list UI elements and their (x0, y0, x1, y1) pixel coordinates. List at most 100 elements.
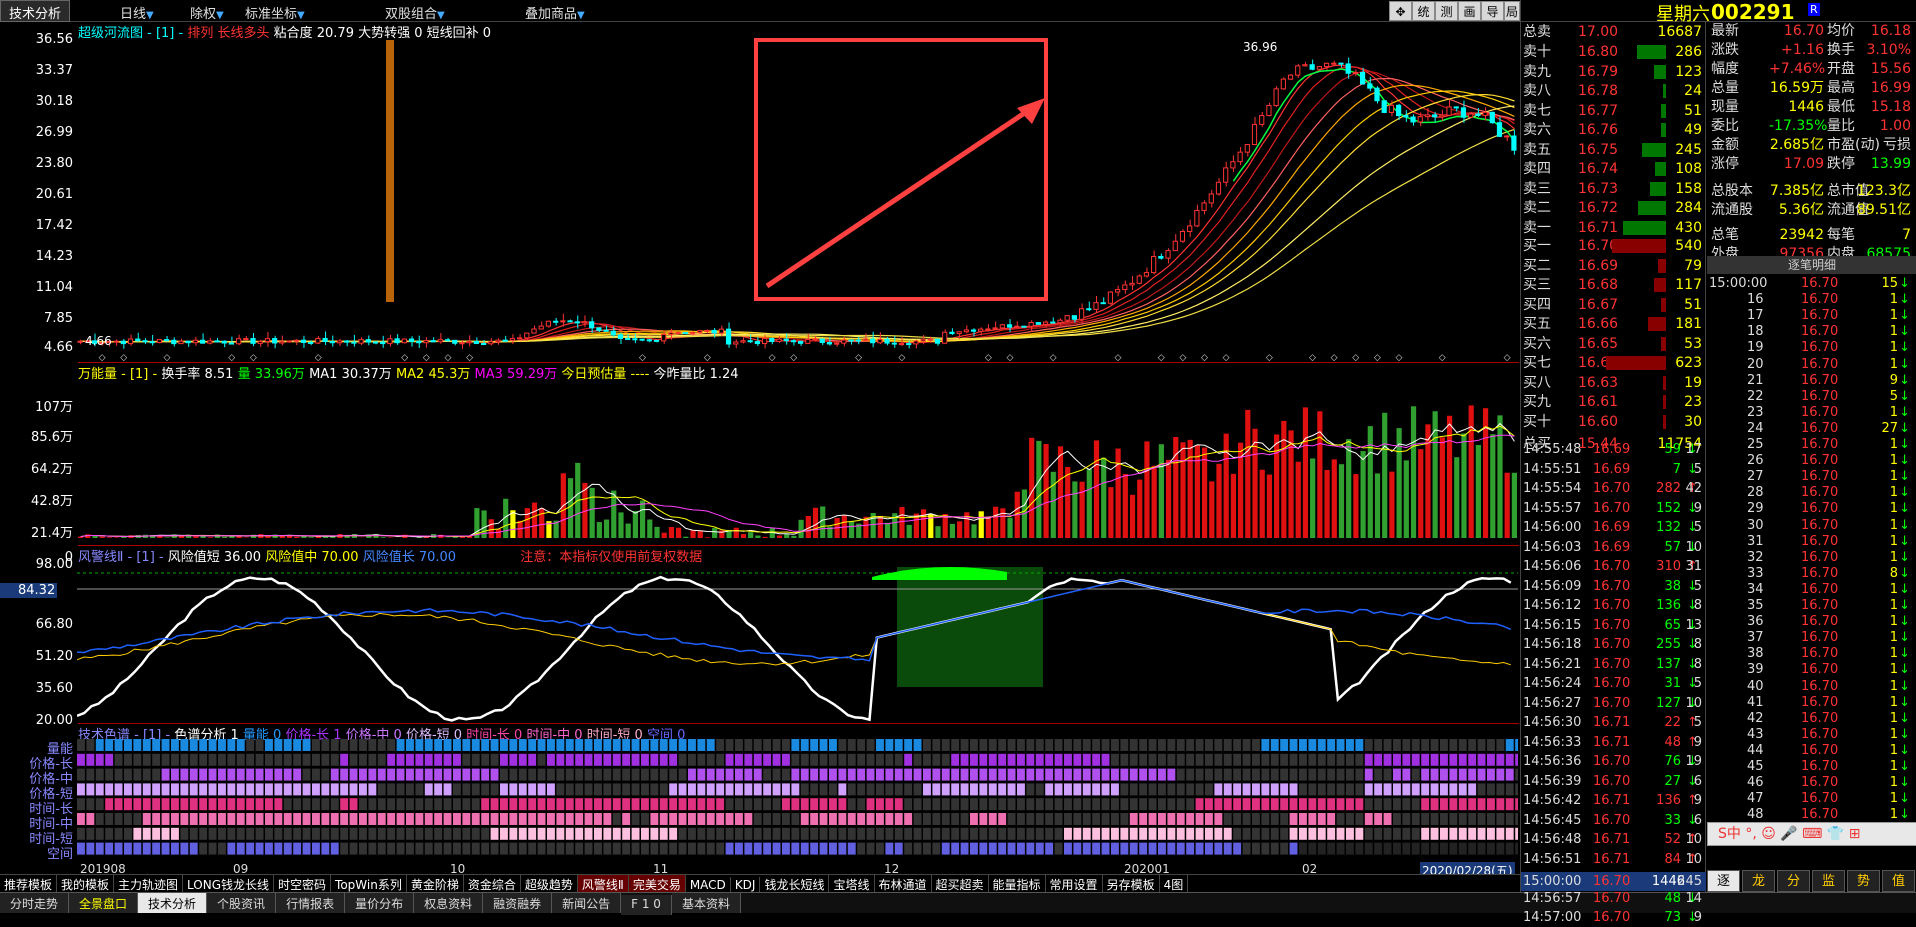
trade-list[interactable]: 14:55:4816.6959↓1714:55:5116.697↓514:55:… (1521, 440, 1706, 892)
spectrum-cell (857, 769, 865, 781)
indicator-tab[interactable]: 能量指标 (989, 875, 1046, 892)
view-tab[interactable]: 权息资料 (414, 893, 483, 913)
dual-stock-dropdown[interactable]: 双股组合▼ (385, 3, 445, 22)
indicator-tab[interactable]: 另存模板 (1103, 875, 1160, 892)
measure-button[interactable]: 测 (1435, 1, 1458, 21)
view-tab[interactable]: 全景盘口 (69, 893, 138, 913)
view-tab[interactable]: 基本资料 (672, 893, 741, 913)
indicator-tab[interactable]: 我的模板 (57, 875, 114, 892)
side-tab[interactable]: 监 (1812, 870, 1845, 892)
spectrum-cell (1271, 739, 1279, 751)
spectrum-cell (218, 739, 226, 751)
indicator-tab[interactable]: 4图 (1160, 875, 1189, 892)
side-tab[interactable]: 势 (1847, 870, 1880, 892)
orderbook-row[interactable]: 买七16.64623 (1521, 353, 1706, 373)
exright-dropdown[interactable]: 除权▼ (190, 3, 224, 22)
spectrum-cell (1055, 739, 1063, 751)
trade-row: 14:56:3616.7076↓19 (1521, 752, 1706, 771)
orderbook-row[interactable]: 总卖17.0016687 (1521, 22, 1706, 42)
view-tab[interactable]: F 1 0 (621, 895, 672, 915)
indicator-tab[interactable]: 常用设置 (1046, 875, 1103, 892)
view-tab[interactable]: 新闻公告 (552, 893, 621, 913)
period-dropdown[interactable]: 日线▼ (120, 3, 154, 22)
orderbook-row[interactable]: 卖十16.80286 (1521, 42, 1706, 62)
view-tab[interactable]: 行情报表 (276, 893, 345, 913)
candlestick-chart[interactable]: ◇◇◇◇◇◇◇◇◇◇◇◇◇◇◇◇◇◇◇◇◇◇◇◇◇◇◇◇◇◇◇◇ (77, 38, 1518, 362)
indicator-tab[interactable]: 超级趋势 (521, 875, 578, 892)
spectrum-cell (434, 769, 442, 781)
export-button[interactable]: 导 (1481, 1, 1504, 21)
crosshair-icon[interactable]: ✥ (1389, 1, 1412, 21)
spectrum-cell (1431, 783, 1439, 795)
candle-body (1353, 72, 1357, 73)
layout-button[interactable]: 局 (1504, 1, 1520, 21)
view-tab[interactable]: 技术分析 (138, 893, 207, 913)
indicator-tab[interactable]: 完美交易 (629, 875, 686, 892)
indicator-tab[interactable]: 布林通道 (875, 875, 932, 892)
indicator-tab[interactable]: 超买超卖 (932, 875, 989, 892)
orderbook-row[interactable]: 买五16.66181 (1521, 314, 1706, 334)
spectrum-grid[interactable] (77, 739, 1518, 879)
side-tab[interactable]: 龙 (1742, 870, 1775, 892)
chart-area[interactable]: 36.56 33.37 30.18 26.99 23.80 20.61 17.4… (0, 22, 1520, 875)
indicator-tab[interactable]: 资金综合 (464, 875, 521, 892)
risk-line-chart[interactable] (77, 562, 1518, 722)
spectrum-cell (1506, 769, 1514, 781)
spectrum-cell (1318, 798, 1326, 810)
view-tab[interactable]: 量价分布 (345, 893, 414, 913)
orderbook-row[interactable]: 卖八16.7824 (1521, 81, 1706, 101)
orderbook-row[interactable]: 卖九16.79123 (1521, 62, 1706, 82)
orderbook-row[interactable]: 卖一16.71430 (1521, 218, 1706, 238)
orderbook-row[interactable]: 卖五16.75245 (1521, 140, 1706, 160)
orderbook-row[interactable]: 买九16.6123 (1521, 392, 1706, 412)
orderbook-row[interactable]: 买四16.6751 (1521, 295, 1706, 315)
spectrum-cell (791, 828, 799, 840)
spectrum-cell (256, 813, 264, 825)
indicator-tab[interactable]: 钱龙长短线 (760, 875, 829, 892)
ime-toolbar[interactable]: S中 °, ☺ 🎤 ⌨ 👕 ⊞ (1707, 822, 1916, 846)
orderbook-row[interactable]: 买一16.70540 (1521, 236, 1706, 256)
view-tab[interactable]: 分时走势 (0, 893, 69, 913)
side-tab[interactable]: 逐 (1707, 870, 1740, 892)
spectrum-cell (1280, 739, 1288, 751)
toolbar-title[interactable]: 技术分析 (0, 0, 70, 22)
indicator-tab[interactable]: 时空密码 (274, 875, 331, 892)
indicator-tab[interactable]: 推荐模板 (0, 875, 57, 892)
draw-button[interactable]: 画 (1458, 1, 1481, 21)
spectrum-cell (209, 783, 217, 795)
orderbook-row[interactable]: 卖三16.73158 (1521, 179, 1706, 199)
indicator-tab[interactable]: 黄金阶梯 (407, 875, 464, 892)
spectrum-cell (820, 783, 828, 795)
overlay-dropdown[interactable]: 叠加商品▼ (525, 3, 585, 22)
stock-code[interactable]: 002291 (1711, 0, 1795, 24)
indicator-tab[interactable]: 风警线Ⅱ (578, 875, 629, 892)
indicator-tab[interactable]: 宝塔线 (829, 875, 874, 892)
orderbook-row[interactable]: 买三16.68117 (1521, 275, 1706, 295)
orderbook-row[interactable]: 卖二16.72284 (1521, 198, 1706, 218)
spectrum-cell (1214, 769, 1222, 781)
view-tab[interactable]: 融资融券 (483, 893, 552, 913)
stat-button[interactable]: 统 (1412, 1, 1435, 21)
orderbook-row[interactable]: 买六16.6553 (1521, 334, 1706, 354)
orderbook-row[interactable]: 买二16.6979 (1521, 256, 1706, 276)
candle-body (1497, 123, 1501, 137)
coordinate-dropdown[interactable]: 标准坐标▼ (245, 3, 305, 22)
indicator-tab[interactable]: TopWin系列 (331, 875, 407, 892)
orderbook-row[interactable]: 买八16.6319 (1521, 373, 1706, 393)
spectrum-cell (1402, 798, 1410, 810)
indicator-tab[interactable]: 主力轨迹图 (114, 875, 183, 892)
orderbook-row[interactable]: 卖七16.7751 (1521, 101, 1706, 121)
orderbook-row[interactable]: 卖六16.7649 (1521, 120, 1706, 140)
candle-body (719, 329, 723, 333)
spectrum-cell (1412, 739, 1420, 751)
spectrum-cell (180, 754, 188, 766)
side-tab[interactable]: 分 (1777, 870, 1810, 892)
view-tab[interactable]: 个股资讯 (207, 893, 276, 913)
volume-chart[interactable] (77, 378, 1518, 545)
tick-list[interactable]: 15:00:0016.7015↓1616.701↓1716.701↓1816.7… (1707, 274, 1916, 874)
orderbook-row[interactable]: 卖四16.74108 (1521, 159, 1706, 179)
orderbook-row[interactable]: 买十16.6030 (1521, 412, 1706, 432)
side-tab[interactable]: 值 (1882, 870, 1915, 892)
indicator-tab[interactable]: LONG钱龙长线 (183, 875, 274, 892)
candle-body (971, 330, 975, 331)
